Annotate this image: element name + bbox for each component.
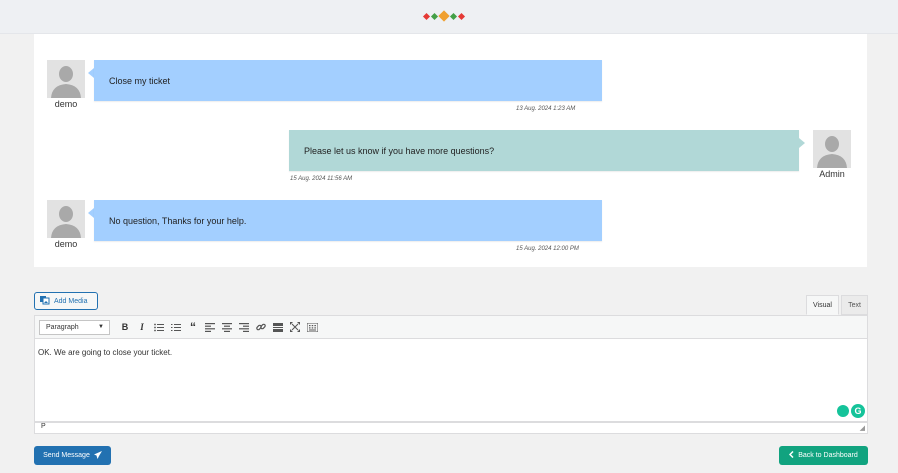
conversation-panel: demo Close my ticket 13 Aug. 2024 1:23 A… <box>34 34 867 267</box>
message-text: Close my ticket <box>109 75 171 86</box>
add-media-button[interactable]: Add Media <box>34 292 98 310</box>
back-to-dashboard-label: Back to Dashboard <box>798 452 858 459</box>
bubble-arrow <box>799 138 805 148</box>
format-select-value: Paragraph <box>46 323 79 331</box>
message-bubble: No question, Thanks for your help. <box>94 200 602 241</box>
message-author: Admin <box>819 169 845 179</box>
chevron-left-icon <box>789 450 794 460</box>
message-bubble: Close my ticket <box>94 60 602 101</box>
chevron-down-icon: ▼ <box>98 323 104 330</box>
message-bubble: Please let us know if you have more ques… <box>289 130 799 171</box>
message-text: Please let us know if you have more ques… <box>304 145 495 156</box>
editor-content[interactable]: OK. We are going to close your ticket. <box>38 348 172 357</box>
grammarly-hint-icon[interactable] <box>837 405 849 417</box>
format-select[interactable]: Paragraph ▼ <box>39 319 110 335</box>
dot-red <box>457 12 466 20</box>
editor-path-bar: P ◢ <box>34 422 868 434</box>
link-icon[interactable] <box>255 320 267 334</box>
tab-text[interactable]: Text <box>841 295 868 315</box>
align-right-icon[interactable] <box>238 320 250 334</box>
back-to-dashboard-button[interactable]: Back to Dashboard <box>779 446 868 465</box>
align-left-icon[interactable] <box>204 320 216 334</box>
message-timestamp: 15 Aug. 2024 11:56 AM <box>290 176 353 182</box>
send-message-label: Send Message <box>43 452 90 459</box>
editor-path[interactable]: P <box>41 423 46 430</box>
grammarly-icon[interactable]: G <box>851 404 865 418</box>
align-center-icon[interactable] <box>221 320 233 334</box>
paper-plane-icon <box>93 450 102 461</box>
dot-green <box>449 12 458 20</box>
numbered-list-icon[interactable] <box>170 320 182 334</box>
dot-green <box>430 12 439 20</box>
message-timestamp: 15 Aug. 2024 12:00 PM <box>516 246 579 252</box>
resize-handle-icon[interactable]: ◢ <box>860 424 865 432</box>
message-author: demo <box>54 239 78 249</box>
toolbar-toggle-icon[interactable] <box>306 320 318 334</box>
fullscreen-icon[interactable] <box>289 320 301 334</box>
tab-visual[interactable]: Visual <box>806 295 839 315</box>
add-media-label: Add Media <box>54 297 88 305</box>
message-author: demo <box>54 99 78 109</box>
message-editor[interactable]: OK. We are going to close your ticket. <box>34 339 868 422</box>
read-more-icon[interactable] <box>272 320 284 334</box>
italic-icon[interactable]: I <box>136 320 148 334</box>
bold-icon[interactable]: B <box>119 320 131 334</box>
bullet-list-icon[interactable] <box>153 320 165 334</box>
send-message-button[interactable]: Send Message <box>34 446 111 465</box>
message-timestamp: 13 Aug. 2024 1:23 AM <box>516 106 576 112</box>
avatar <box>813 130 851 168</box>
media-icon <box>40 295 50 307</box>
top-bar <box>0 0 898 34</box>
avatar <box>47 200 85 238</box>
dot-orange <box>438 10 450 22</box>
blockquote-icon[interactable]: “ <box>187 320 199 334</box>
avatar <box>47 60 85 98</box>
logo-dots <box>422 9 466 23</box>
message-text: No question, Thanks for your help. <box>109 215 247 226</box>
editor-toolbar: Paragraph ▼ B I “ <box>34 315 868 339</box>
dot-red <box>422 12 431 20</box>
